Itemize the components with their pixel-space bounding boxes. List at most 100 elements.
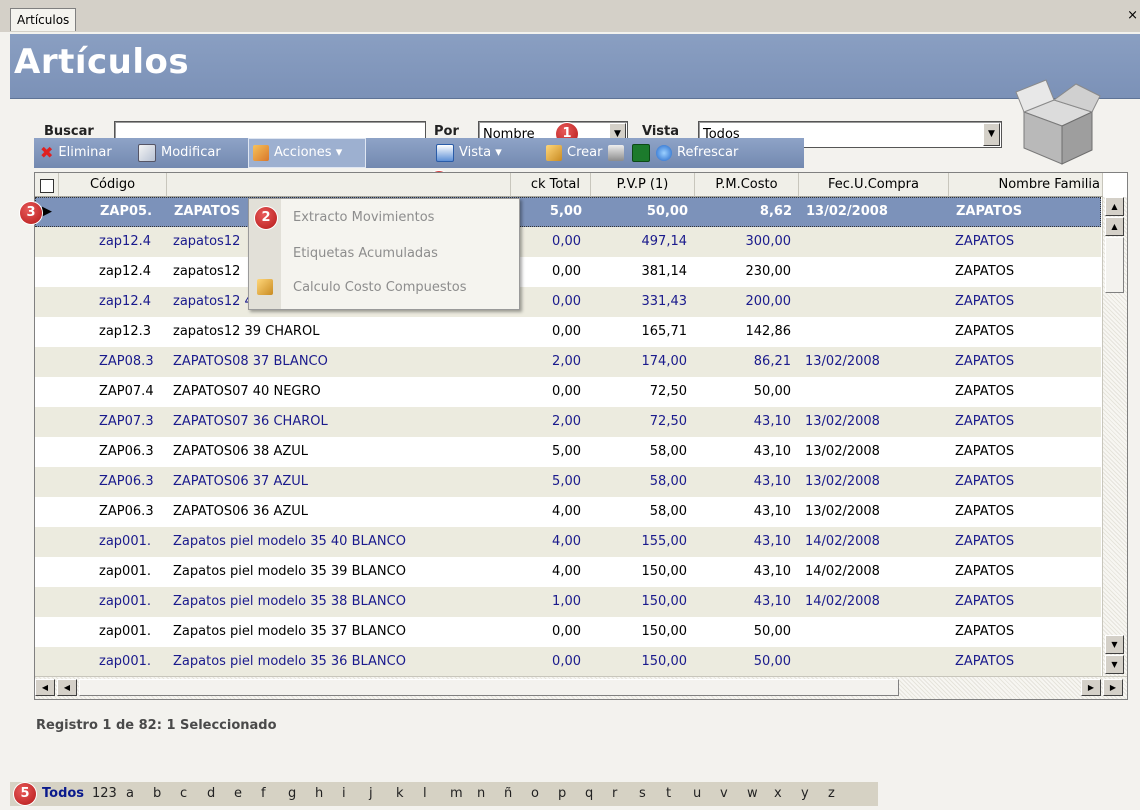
alphabet-numbers[interactable]: 123	[92, 782, 117, 806]
alphabet-w[interactable]: w	[747, 782, 758, 806]
table-row[interactable]: ▶ ZAP05. ZAPATOS 5,00 50,00 8,62 13/02/2008 ZAP…	[35, 197, 1101, 227]
scroll-down-icon[interactable]: ▼	[1105, 635, 1124, 654]
col-nombre[interactable]	[167, 173, 511, 197]
col-stock[interactable]: ck Total	[511, 173, 591, 197]
table-row[interactable]: ZAP08.3 ZAPATOS08 37 BLANCO 2,00 174,00 86,2…	[35, 347, 1101, 377]
alphabet-x[interactable]: x	[774, 782, 782, 806]
alphabet-n[interactable]: n	[477, 782, 485, 806]
alphabet-i[interactable]: i	[342, 782, 346, 806]
table-row[interactable]: zap12.4 zapatos12 0,00 381,14 230,00 ZAPATOS	[35, 257, 1101, 287]
print-button[interactable]	[608, 138, 629, 168]
alphabet-j[interactable]: j	[369, 782, 373, 806]
cell-nombre: ZAPATOS07 36 CHAROL	[173, 414, 328, 429]
select-all-checkbox[interactable]	[39, 179, 54, 193]
horizontal-scrollbar[interactable]: ◀ ◀ ▶ ▶	[35, 676, 1127, 699]
table-row[interactable]: zap001. Zapatos piel modelo 35 37 BLANCO 0…	[35, 617, 1101, 647]
cell-familia: ZAPATOS	[955, 564, 1015, 579]
alphabet-a[interactable]: a	[126, 782, 134, 806]
table-row[interactable]: ZAP06.3 ZAPATOS06 38 AZUL 5,00 58,00 43,10 13…	[35, 437, 1101, 467]
alphabet-q[interactable]: q	[585, 782, 593, 806]
alphabet-f[interactable]: f	[261, 782, 266, 806]
col-codigo[interactable]: Código	[59, 173, 167, 197]
scroll-first-icon[interactable]: ▲	[1105, 197, 1124, 216]
table-row[interactable]: zap12.4 zapatos12 40 CHAROL 0,00 331,43 200,…	[35, 287, 1101, 317]
compound-box-icon	[257, 279, 273, 295]
vista-label: Vista	[642, 124, 680, 139]
select-all-header[interactable]	[35, 173, 59, 197]
table-row[interactable]: ZAP06.3 ZAPATOS06 36 AZUL 4,00 58,00 43,10 13…	[35, 497, 1101, 527]
cell-familia: ZAPATOS	[955, 414, 1015, 429]
scroll-right-icon[interactable]: ▶	[1081, 679, 1101, 696]
cell-fecha: 13/02/2008	[805, 414, 880, 429]
table-row[interactable]: ZAP06.3 ZAPATOS06 37 AZUL 5,00 58,00 43,10 13…	[35, 467, 1101, 497]
alphabet-ñ[interactable]: ñ	[504, 782, 512, 806]
table-row[interactable]: zap12.4 zapatos12 0,00 497,14 300,00 ZAPATOS	[35, 227, 1101, 257]
alphabet-l[interactable]: l	[423, 782, 427, 806]
cell-stock: 5,00	[552, 444, 581, 459]
cell-stock: 0,00	[552, 264, 581, 279]
alphabet-v[interactable]: v	[720, 782, 728, 806]
cell-codigo: ZAP07.3	[99, 414, 154, 429]
menu-item-calculo[interactable]: Calculo Costo Compuestos	[293, 271, 467, 305]
create-button[interactable]: Crear	[546, 138, 602, 168]
alphabet-e[interactable]: e	[234, 782, 242, 806]
alphabet-y[interactable]: y	[801, 782, 809, 806]
menu-item-etiquetas[interactable]: Etiquetas Acumuladas	[293, 237, 438, 271]
alphabet-o[interactable]: o	[531, 782, 539, 806]
vista-menu-button[interactable]: Vista ▾	[436, 138, 502, 168]
col-pmcosto[interactable]: P.M.Costo	[695, 173, 799, 197]
cell-codigo: ZAP06.3	[99, 444, 154, 459]
table-row[interactable]: zap001. Zapatos piel modelo 35 36 BLANCO 0…	[35, 647, 1101, 677]
col-familia[interactable]: Nombre Familia	[949, 173, 1103, 197]
table-row[interactable]: zap001. Zapatos piel modelo 35 39 BLANCO 4…	[35, 557, 1101, 587]
table-row[interactable]: zap001. Zapatos piel modelo 35 38 BLANCO 1…	[35, 587, 1101, 617]
alphabet-b[interactable]: b	[153, 782, 161, 806]
horizontal-scroll-thumb[interactable]	[79, 679, 899, 696]
acciones-button[interactable]: Acciones ▾	[248, 138, 366, 168]
alphabet-h[interactable]: h	[315, 782, 323, 806]
cell-fecha: 14/02/2008	[805, 534, 880, 549]
por-label: Por	[434, 124, 459, 139]
col-pvp[interactable]: P.V.P (1)	[591, 173, 695, 197]
alphabet-r[interactable]: r	[612, 782, 617, 806]
alphabet-d[interactable]: d	[207, 782, 215, 806]
cell-codigo: zap12.4	[99, 294, 151, 309]
table-row[interactable]: ZAP07.4 ZAPATOS07 40 NEGRO 0,00 72,50 50,00 Z…	[35, 377, 1101, 407]
scroll-left-icon[interactable]: ◀	[57, 679, 77, 696]
tab-articulos[interactable]: Artículos	[10, 8, 77, 31]
scroll-first-page-icon[interactable]: ◀	[35, 679, 55, 696]
vertical-scroll-thumb[interactable]	[1105, 237, 1124, 293]
delete-button[interactable]: ✖ Eliminar	[40, 138, 112, 168]
vertical-scrollbar[interactable]: ▲ ▲ ▼ ▼	[1102, 197, 1127, 677]
close-icon[interactable]: ×	[1127, 8, 1138, 23]
cell-pvp: 165,71	[641, 324, 688, 339]
alphabet-all[interactable]: Todos	[42, 782, 84, 806]
col-fecha[interactable]: Fec.U.Compra	[799, 173, 949, 197]
scroll-up-icon[interactable]: ▲	[1105, 217, 1124, 236]
menu-item-extracto[interactable]: Extracto Movimientos	[293, 201, 434, 235]
alphabet-g[interactable]: g	[288, 782, 296, 806]
cell-pvp: 150,00	[641, 624, 688, 639]
search-label: Buscar	[44, 124, 94, 139]
chevron-down-icon[interactable]: ▼	[983, 123, 1000, 146]
scroll-last-icon[interactable]: ▼	[1105, 655, 1124, 674]
table-row[interactable]: zap12.3 zapatos12 39 CHAROL 0,00 165,71 142,…	[35, 317, 1101, 347]
alphabet-s[interactable]: s	[639, 782, 646, 806]
cell-stock: 0,00	[552, 654, 581, 669]
alphabet-p[interactable]: p	[558, 782, 566, 806]
refresh-icon	[656, 144, 672, 161]
cell-fecha: 13/02/2008	[806, 204, 888, 219]
alphabet-k[interactable]: k	[396, 782, 404, 806]
cell-codigo: ZAP08.3	[99, 354, 154, 369]
table-row[interactable]: ZAP07.3 ZAPATOS07 36 CHAROL 2,00 72,50 43,10…	[35, 407, 1101, 437]
refresh-button[interactable]: Refrescar	[656, 138, 738, 168]
modify-button[interactable]: Modificar	[138, 138, 221, 168]
table-row[interactable]: zap001. Zapatos piel modelo 35 40 BLANCO 4…	[35, 527, 1101, 557]
alphabet-m[interactable]: m	[450, 782, 463, 806]
excel-button[interactable]	[632, 138, 655, 168]
scroll-last-page-icon[interactable]: ▶	[1103, 679, 1123, 696]
alphabet-t[interactable]: t	[666, 782, 671, 806]
alphabet-u[interactable]: u	[693, 782, 701, 806]
alphabet-c[interactable]: c	[180, 782, 187, 806]
alphabet-z[interactable]: z	[828, 782, 835, 806]
